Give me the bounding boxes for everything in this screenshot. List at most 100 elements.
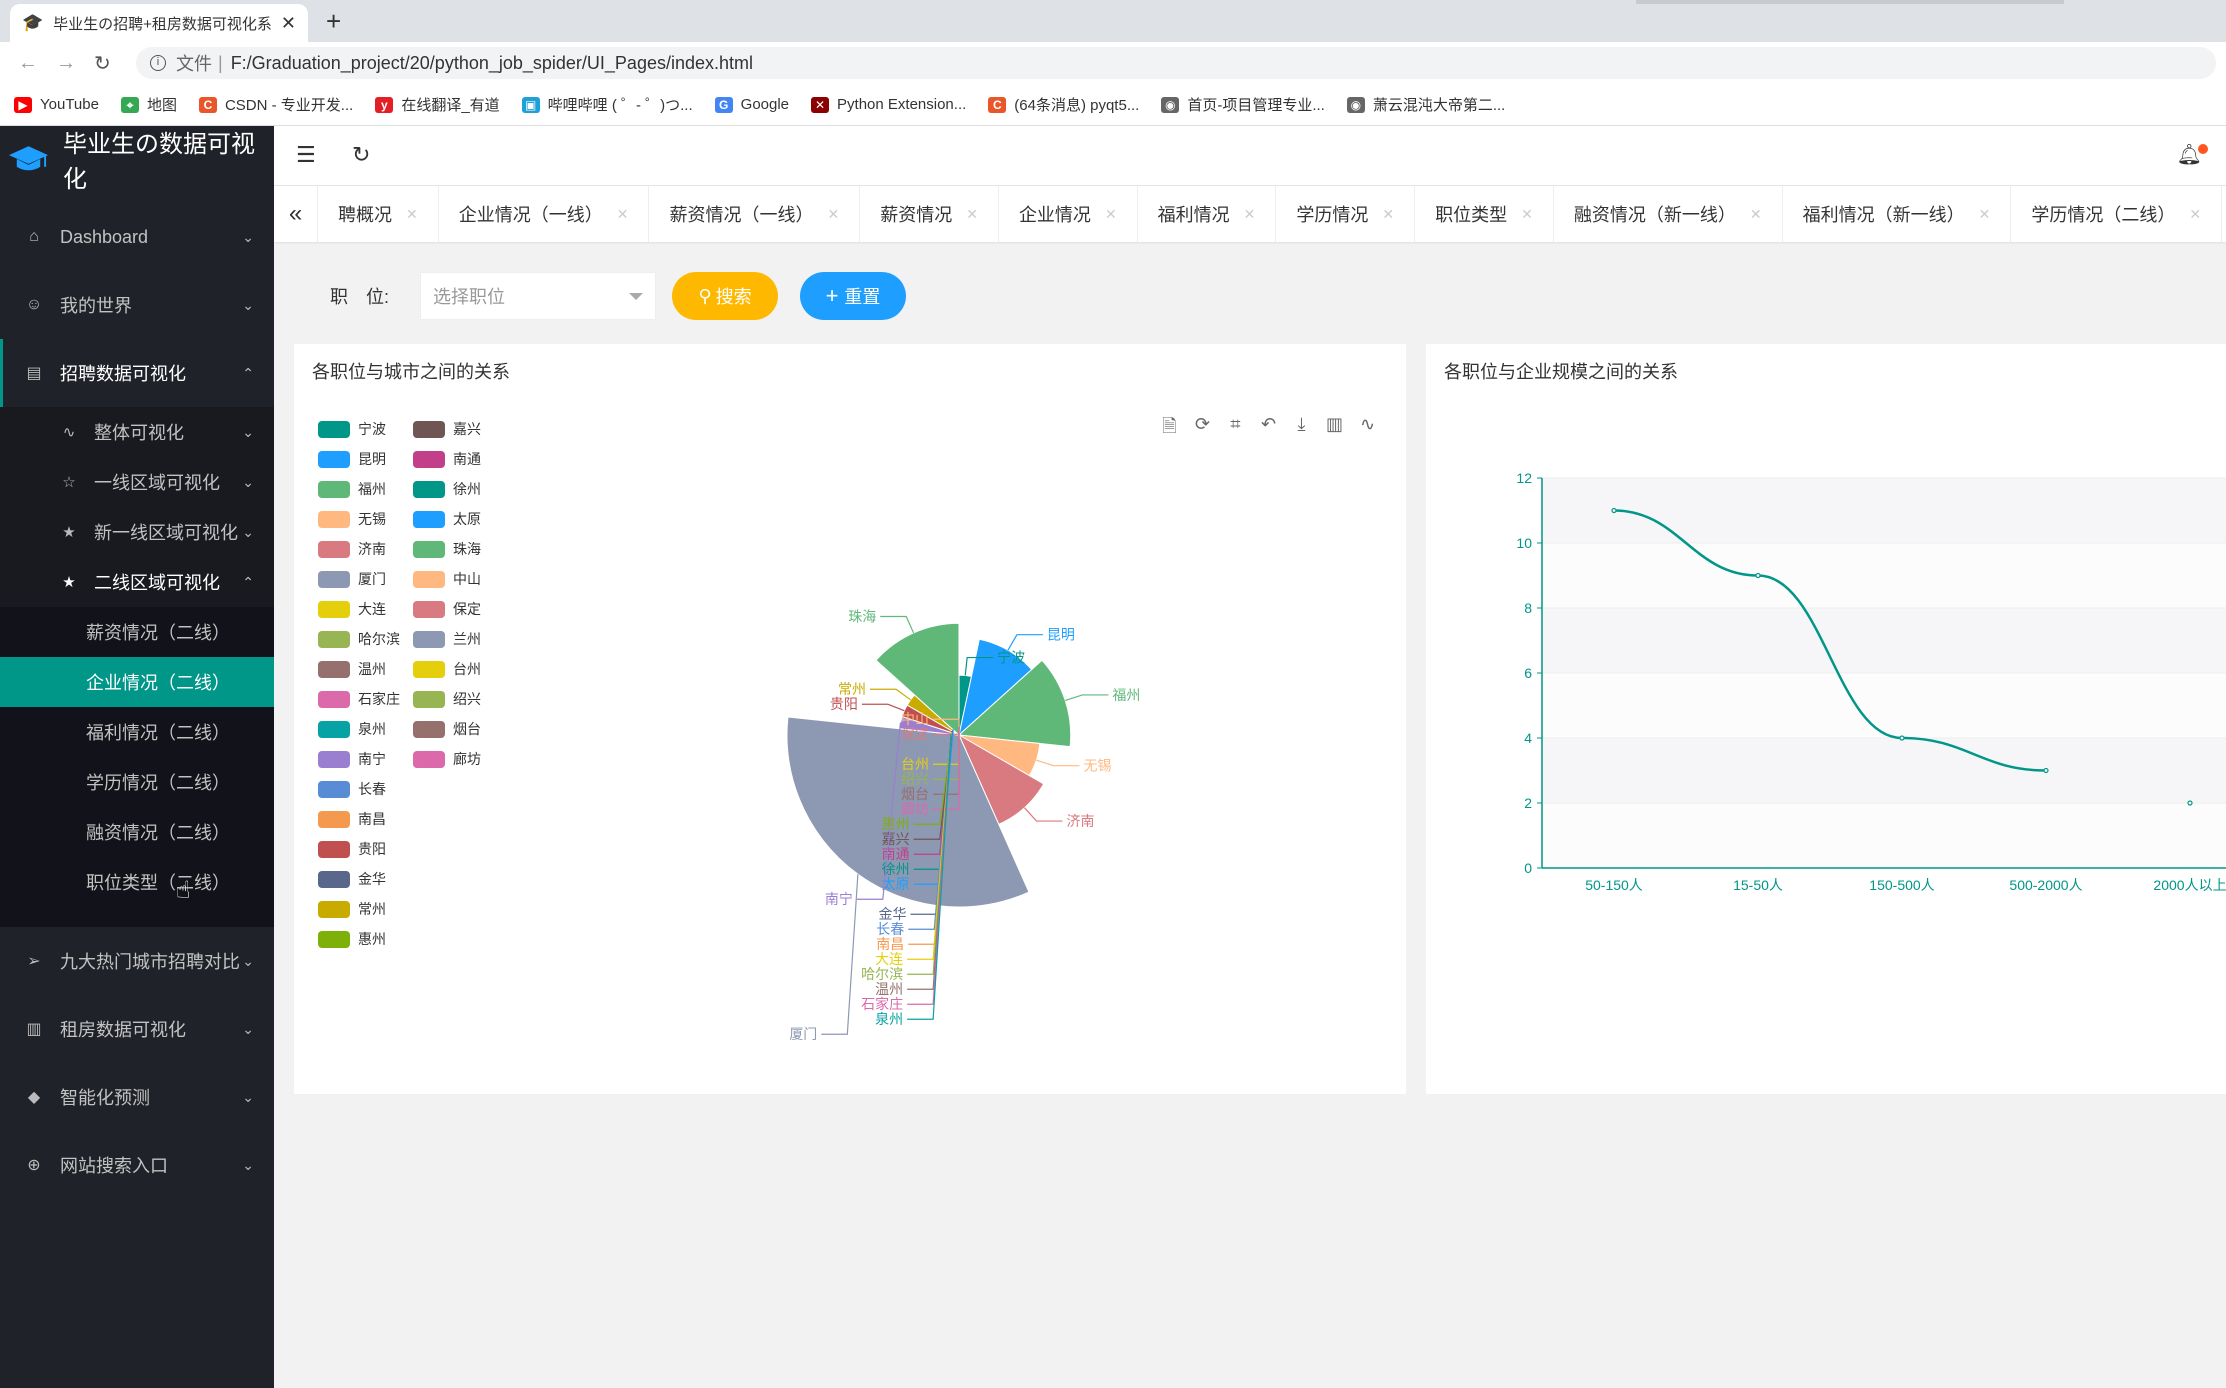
legend-item[interactable]: 珠海 bbox=[413, 534, 481, 564]
legend-item[interactable]: 台州 bbox=[413, 654, 481, 684]
bookmark-item[interactable]: ▶ YouTube bbox=[14, 96, 99, 113]
page-tab[interactable]: 学历情况（二线） ✕ bbox=[2011, 186, 2223, 242]
legend-item[interactable]: 惠州 bbox=[318, 924, 400, 954]
close-tab-icon[interactable]: ✕ bbox=[827, 206, 839, 223]
line-point[interactable] bbox=[1611, 507, 1617, 514]
close-tab-icon[interactable]: ✕ bbox=[281, 13, 296, 34]
bookmark-item[interactable]: y 在线翻译_有道 bbox=[375, 94, 500, 115]
legend-item[interactable]: 大连 bbox=[318, 594, 400, 624]
reload-icon[interactable]: ↻ bbox=[94, 51, 114, 76]
sidebar-item-dashboard[interactable]: ⌂ Dashboard ⌄ bbox=[0, 203, 274, 271]
sidebar-item-recruitment[interactable]: ▤ 招聘数据可视化 ⌃ bbox=[0, 339, 274, 407]
bar-chart-icon[interactable]: ▥ bbox=[1318, 414, 1351, 444]
data-view-icon[interactable]: 🗎︎ bbox=[1153, 414, 1186, 444]
legend-item[interactable]: 保定 bbox=[413, 594, 481, 624]
forward-icon[interactable]: → bbox=[56, 52, 76, 75]
legend-item[interactable]: 太原 bbox=[413, 504, 481, 534]
page-tab[interactable]: 福利情况 ✕ bbox=[1138, 186, 1277, 242]
legend-item[interactable]: 南宁 bbox=[318, 744, 400, 774]
legend-item[interactable]: 金华 bbox=[318, 864, 400, 894]
page-tab[interactable]: 融资情况（新一线） ✕ bbox=[1554, 186, 1783, 242]
close-tab-icon[interactable]: ✕ bbox=[1979, 206, 1991, 223]
bookmark-item[interactable]: ◉ 萧云混沌大帝第二... bbox=[1346, 94, 1505, 115]
close-tab-icon[interactable]: ✕ bbox=[1750, 206, 1762, 223]
bookmark-item[interactable]: ◉ 首页-项目管理专业... bbox=[1161, 94, 1325, 115]
url-text[interactable]: F:/Graduation_project/20/python_job_spid… bbox=[231, 53, 753, 74]
legend-item[interactable]: 常州 bbox=[318, 894, 400, 924]
job-select[interactable]: 选择职位 bbox=[420, 272, 656, 320]
page-tab[interactable]: 福利情况（新一线） ✕ bbox=[1783, 186, 2012, 242]
close-tab-icon[interactable]: ✕ bbox=[1105, 206, 1117, 223]
legend-item[interactable]: 绍兴 bbox=[413, 684, 481, 714]
close-tab-icon[interactable]: ✕ bbox=[2189, 206, 2201, 223]
legend-item[interactable]: 长春 bbox=[318, 774, 400, 804]
sidebar-item-tier1[interactable]: ☆ 一线区域可视化 ⌄ bbox=[0, 457, 274, 507]
close-tab-icon[interactable]: ✕ bbox=[1382, 206, 1394, 223]
tabs-scroll-left-icon[interactable]: « bbox=[274, 186, 318, 242]
legend-item[interactable]: 泉州 bbox=[318, 714, 400, 744]
legend-item[interactable]: 南昌 bbox=[318, 804, 400, 834]
legend-item[interactable]: 兰州 bbox=[413, 624, 481, 654]
save-image-icon[interactable]: ⤓ bbox=[1285, 414, 1318, 444]
legend-item[interactable]: 中山 bbox=[413, 564, 481, 594]
restore-icon[interactable]: ⟳ bbox=[1186, 414, 1219, 444]
bookmark-item[interactable]: ⌖ 地图 bbox=[120, 94, 177, 115]
collapse-menu-icon[interactable]: ☰ bbox=[296, 142, 316, 168]
zoom-icon[interactable]: ⌗ bbox=[1219, 414, 1252, 444]
sidebar-item-site-search[interactable]: ⊕ 网站搜索入口 ⌄ bbox=[0, 1131, 274, 1199]
sidebar-leaf-financing[interactable]: 融资情况（二线） bbox=[0, 807, 274, 857]
page-tab[interactable]: 企业情况 ✕ bbox=[999, 186, 1138, 242]
sidebar-item-new-tier1[interactable]: ★ 新一线区域可视化 ⌄ bbox=[0, 507, 274, 557]
legend-item[interactable]: 厦门 bbox=[318, 564, 400, 594]
sidebar-leaf-job-type[interactable]: 职位类型（二线） bbox=[0, 857, 274, 907]
line-point[interactable] bbox=[2187, 800, 2193, 806]
sidebar-leaf-education[interactable]: 学历情况（二线） bbox=[0, 757, 274, 807]
legend-item[interactable]: 贵阳 bbox=[318, 834, 400, 864]
legend-item[interactable]: 昆明 bbox=[318, 444, 400, 474]
legend-item[interactable]: 嘉兴 bbox=[413, 414, 481, 444]
legend-item[interactable]: 烟台 bbox=[413, 714, 481, 744]
legend-item[interactable]: 石家庄 bbox=[318, 684, 400, 714]
bookmark-item[interactable]: G Google bbox=[714, 96, 789, 113]
refresh-icon[interactable]: ↻ bbox=[352, 142, 370, 168]
brand[interactable]: 毕业生の数据可视化 bbox=[0, 126, 274, 193]
bookmark-item[interactable]: C CSDN - 专业开发... bbox=[198, 94, 353, 115]
close-tab-icon[interactable]: ✕ bbox=[1521, 206, 1533, 223]
sidebar-item-prediction[interactable]: ◆ 智能化预测 ⌄ bbox=[0, 1063, 274, 1131]
close-tab-icon[interactable]: ✕ bbox=[1244, 206, 1256, 223]
line-point[interactable] bbox=[1755, 572, 1761, 579]
line-point[interactable] bbox=[1899, 735, 1905, 741]
sidebar-item-hot-cities[interactable]: ➢ 九大热门城市招聘对比 ⌄ bbox=[0, 927, 274, 995]
sidebar-item-rental[interactable]: ▥ 租房数据可视化 ⌄ bbox=[0, 995, 274, 1063]
reset-button[interactable]: + 重置 bbox=[800, 272, 906, 320]
new-tab-button[interactable]: + bbox=[326, 6, 341, 37]
search-button[interactable]: ⚲ 搜索 bbox=[672, 272, 778, 320]
bookmark-item[interactable]: C (64条消息) pyqt5... bbox=[988, 94, 1139, 115]
legend-item[interactable]: 无锡 bbox=[318, 504, 400, 534]
legend-item[interactable]: 宁波 bbox=[318, 414, 400, 444]
legend-item[interactable]: 南通 bbox=[413, 444, 481, 474]
sidebar-leaf-salary[interactable]: 薪资情况（二线） bbox=[0, 607, 274, 657]
bookmark-item[interactable]: ✕ Python Extension... bbox=[811, 96, 966, 113]
page-tab[interactable]: 职位类型 ✕ bbox=[1415, 186, 1554, 242]
back-icon[interactable]: ← bbox=[18, 52, 38, 75]
legend-item[interactable]: 廊坊 bbox=[413, 744, 481, 774]
url-input[interactable]: i 文件 | F:/Graduation_project/20/python_j… bbox=[136, 47, 2216, 79]
page-tab[interactable]: 企业情况（一线） ✕ bbox=[439, 186, 650, 242]
legend-item[interactable]: 哈尔滨 bbox=[318, 624, 400, 654]
page-tab[interactable]: 聘概况 ✕ bbox=[318, 186, 439, 242]
info-icon[interactable]: i bbox=[150, 55, 166, 71]
sidebar-item-tier2[interactable]: ★ 二线区域可视化 ⌃ bbox=[0, 557, 274, 607]
page-tab[interactable]: 福利情况（二线）✕ bbox=[2222, 186, 2226, 242]
sidebar-leaf-welfare[interactable]: 福利情况（二线） bbox=[0, 707, 274, 757]
close-tab-icon[interactable]: ✕ bbox=[406, 206, 418, 223]
legend-item[interactable]: 济南 bbox=[318, 534, 400, 564]
sidebar-item-overall[interactable]: ∿ 整体可视化 ⌄ bbox=[0, 407, 274, 457]
close-tab-icon[interactable]: ✕ bbox=[966, 206, 978, 223]
zoom-reset-icon[interactable]: ↶ bbox=[1252, 414, 1285, 444]
line-chart-icon[interactable]: ∿ bbox=[1351, 414, 1384, 444]
page-tab[interactable]: 薪资情况（一线） ✕ bbox=[649, 186, 861, 242]
sidebar-leaf-company[interactable]: 企业情况（二线） bbox=[0, 657, 274, 707]
legend-item[interactable]: 温州 bbox=[318, 654, 400, 684]
page-tab[interactable]: 学历情况 ✕ bbox=[1276, 186, 1416, 242]
